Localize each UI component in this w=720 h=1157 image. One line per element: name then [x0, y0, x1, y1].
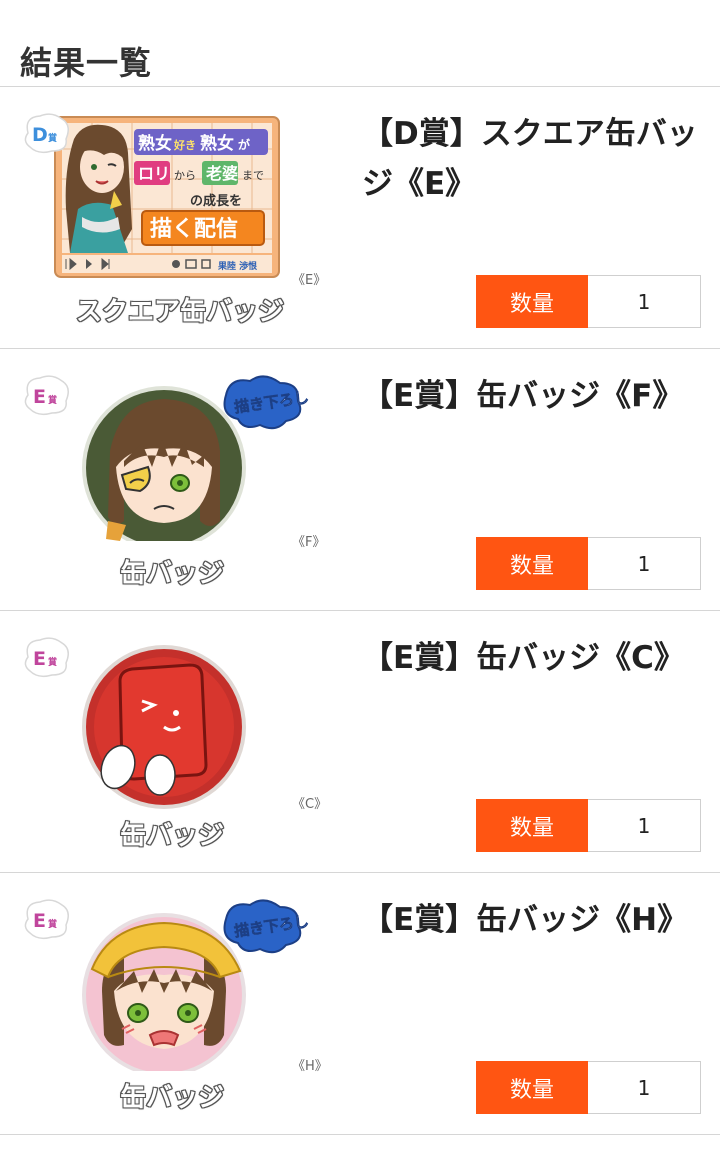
result-item-4: 描き下ろし E 賞 缶バッジ 《H》 【E賞】缶バッジ《H》 数量 — [0, 873, 720, 1135]
page-title: 結果一覧 — [20, 44, 153, 82]
quantity-field[interactable] — [588, 799, 701, 852]
grade-letter: E — [33, 386, 46, 408]
quantity-field[interactable] — [588, 1061, 701, 1114]
item-title[interactable]: 【E賞】缶バッジ《H》 — [362, 895, 702, 945]
art-text: ロリ — [138, 164, 170, 183]
art-text: から — [174, 169, 196, 182]
grade-letter: D — [32, 124, 48, 146]
art-text: 熟女 — [138, 133, 172, 154]
quantity-button[interactable]: 数量 — [476, 799, 588, 852]
variant-tag: 《E》 — [292, 273, 327, 288]
can-badge-image[interactable]: 描き下ろし — [80, 371, 310, 541]
can-badge-image[interactable] — [80, 641, 250, 811]
art-text: 老婆 — [205, 164, 238, 183]
art-text: 果陸 渉恨 — [217, 260, 257, 272]
grade-letter: E — [33, 648, 46, 670]
art-text: の成長を — [190, 193, 242, 209]
grade-suffix: 賞 — [48, 394, 57, 406]
grade-suffix: 賞 — [48, 656, 57, 668]
art-text: 熟女 — [200, 133, 234, 154]
quantity-button[interactable]: 数量 — [476, 1061, 588, 1114]
quantity-field[interactable] — [588, 275, 701, 328]
item-title[interactable]: 【E賞】缶バッジ《C》 — [362, 633, 702, 683]
variant-tag: 《F》 — [292, 535, 326, 550]
result-item-3: E 賞 缶バッジ 《C》 【E賞】缶バッジ《C》 数量 — [0, 611, 720, 873]
grade-e-sticker-icon: E 賞 — [24, 899, 69, 940]
art-text: が — [238, 137, 250, 152]
art-text: 好き — [173, 138, 196, 152]
badge-kind-label: 缶バッジ — [119, 558, 225, 590]
badge-kind-label: 缶バッジ — [119, 820, 225, 852]
can-badge-image[interactable]: 描き下ろし — [80, 895, 310, 1071]
badge-kind-label: スクエア缶バッジ — [75, 296, 285, 328]
quantity-button[interactable]: 数量 — [476, 275, 588, 328]
quantity-field[interactable] — [588, 537, 701, 590]
variant-tag: 《H》 — [292, 1059, 328, 1074]
item-title[interactable]: 【D賞】スクエア缶バッジ《E》 — [362, 109, 702, 209]
badge-kind-label: 缶バッジ — [119, 1082, 225, 1114]
grade-letter: E — [33, 910, 46, 932]
grade-e-sticker-icon: E 賞 — [24, 637, 69, 678]
grade-d-sticker-icon: D 賞 — [24, 113, 69, 154]
grade-suffix: 賞 — [48, 918, 57, 930]
result-item-2: 描き下ろし E 賞 缶バッジ 《F》 【E賞】缶バッジ《F》 数量 — [0, 349, 720, 611]
grade-suffix: 賞 — [48, 132, 57, 144]
variant-tag: 《C》 — [292, 797, 328, 812]
grade-e-sticker-icon: E 賞 — [24, 375, 69, 416]
art-text: 描く配信 — [150, 216, 238, 242]
art-text: まで — [242, 169, 264, 182]
result-item-1: 熟女 好き 熟女 が ロリ から 老婆 まで の成長を 描く配信 果陸 渉恨 D… — [0, 87, 720, 349]
quantity-button[interactable]: 数量 — [476, 537, 588, 590]
item-title[interactable]: 【E賞】缶バッジ《F》 — [362, 371, 702, 421]
